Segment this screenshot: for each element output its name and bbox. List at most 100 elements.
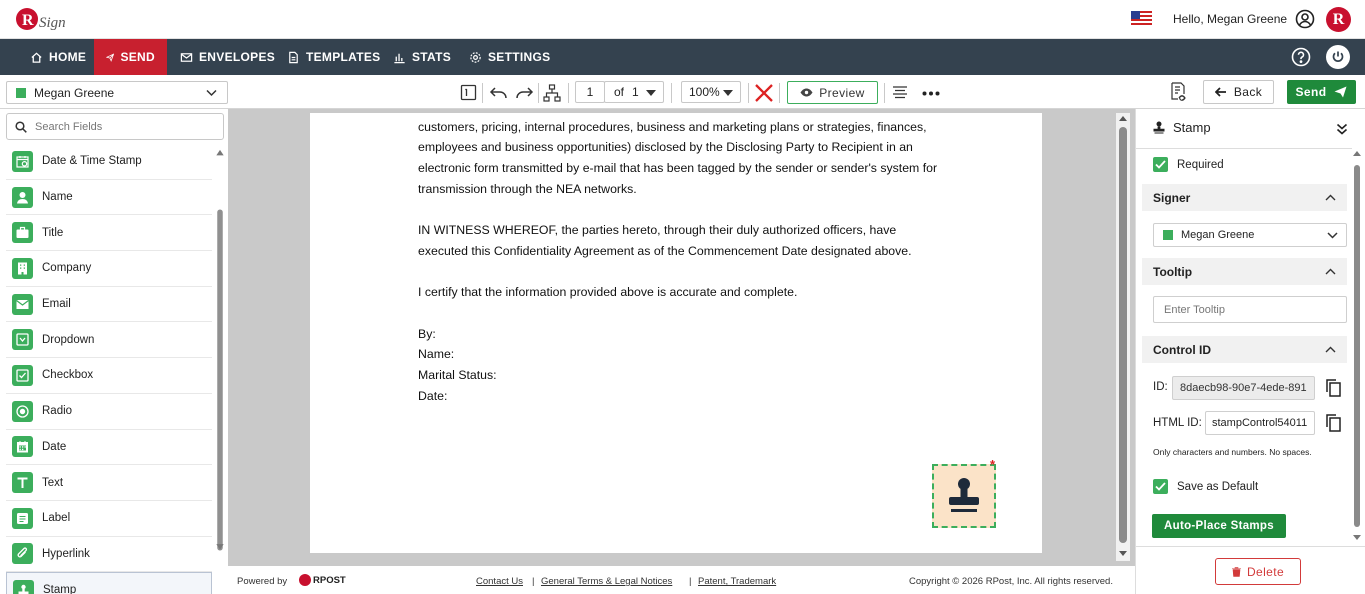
document-line: Date: <box>418 388 448 403</box>
nav-stats[interactable]: STATS <box>381 39 463 75</box>
preview-label: Preview <box>819 85 865 100</box>
user-greeting: Hello, Megan Greene <box>1173 12 1288 26</box>
send-button[interactable]: Send <box>1287 80 1356 104</box>
field-date[interactable]: Date <box>6 430 212 466</box>
signer-section-header[interactable]: Signer <box>1142 184 1347 211</box>
undo-icon[interactable] <box>489 86 508 100</box>
field-name[interactable]: Name <box>6 180 212 216</box>
back-button[interactable]: Back <box>1203 80 1274 104</box>
field-title[interactable]: Title <box>6 215 212 252</box>
paper-plane-icon <box>106 52 115 62</box>
list-lines-icon[interactable] <box>893 86 907 100</box>
rpost-logo-icon <box>299 574 311 586</box>
copy-id-icon[interactable] <box>1326 379 1341 397</box>
field-date-time-stamp[interactable]: Date & Time Stamp <box>6 144 212 180</box>
preview-button[interactable]: Preview <box>787 81 878 104</box>
delete-label: Delete <box>1246 564 1285 579</box>
clear-fields-icon[interactable] <box>754 83 774 103</box>
tooltip-input[interactable]: Enter Tooltip <box>1153 296 1347 323</box>
delete-button[interactable]: Delete <box>1215 558 1301 585</box>
tooltip-placeholder: Enter Tooltip <box>1164 303 1225 316</box>
person-icon <box>17 191 28 204</box>
stamp-icon <box>18 584 29 594</box>
field-label[interactable]: Label <box>6 501 212 537</box>
paperclip-icon <box>17 547 28 558</box>
control-id-section-header[interactable]: Control ID <box>1142 336 1347 363</box>
document-icon <box>289 51 298 63</box>
nav-home[interactable]: HOME <box>18 39 98 75</box>
document-preview-icon[interactable] <box>1170 82 1187 102</box>
caret-down-icon <box>723 90 733 96</box>
field-list-scrollbar[interactable] <box>216 149 224 589</box>
signer-select[interactable]: Megan Greene <box>6 81 228 104</box>
properties-scrollbar[interactable] <box>1352 149 1362 547</box>
checkbox-checked-icon <box>1153 157 1168 172</box>
zoom-select[interactable]: 100% <box>681 81 741 103</box>
nav-stats-label: STATS <box>412 50 452 64</box>
field-stamp[interactable]: Stamp <box>6 572 212 594</box>
field-email[interactable]: Email <box>6 287 212 323</box>
nav-send[interactable]: SEND <box>94 39 167 75</box>
required-checkbox[interactable]: Required <box>1153 157 1224 172</box>
required-marker: * <box>990 457 996 472</box>
field-checkbox[interactable]: Checkbox <box>6 358 212 394</box>
nav-templates[interactable]: TEMPLATES <box>275 39 392 75</box>
nav-envelopes[interactable]: ENVELOPES <box>168 39 287 75</box>
redo-icon[interactable] <box>515 86 534 100</box>
legal-notices-link[interactable]: General Terms & Legal Notices <box>541 576 672 587</box>
id-label: ID: <box>1153 381 1168 393</box>
tooltip-section-title: Tooltip <box>1153 264 1193 279</box>
top-header: R Sign Hello, Megan Greene R <box>0 0 1365 39</box>
hierarchy-icon[interactable] <box>543 84 561 102</box>
document-blank-line <box>418 262 948 283</box>
save-as-default-checkbox[interactable]: Save as Default <box>1153 479 1258 494</box>
rsign-logo[interactable]: R Sign <box>14 5 74 35</box>
field-label: Company <box>42 262 92 275</box>
field-hyperlink[interactable]: Hyperlink <box>6 537 212 573</box>
help-icon[interactable] <box>1291 47 1311 67</box>
patent-trademark-link[interactable]: Patent, Trademark <box>698 576 776 587</box>
rpost-brand-badge[interactable]: R <box>1326 7 1351 32</box>
properties-panel: Stamp Required Signer Megan Greene Toolt… <box>1135 109 1365 594</box>
copy-html-id-icon[interactable] <box>1326 414 1341 432</box>
field-label: Date & Time Stamp <box>42 155 142 168</box>
page-total-select[interactable]: of 1 <box>604 81 664 103</box>
search-icon <box>15 120 27 133</box>
field-label: Name <box>42 191 73 204</box>
nav-settings[interactable]: SETTINGS <box>457 39 562 75</box>
footer-separator: | <box>689 576 692 587</box>
document-line: electronic form transmitted by e-mail th… <box>418 161 938 176</box>
id-field: 8daecb98-90e7-4ede-891 <box>1172 376 1315 400</box>
field-text[interactable]: Text <box>6 465 212 501</box>
field-company[interactable]: Company <box>6 251 212 287</box>
document-page: customers, pricing, internal procedures,… <box>310 113 1042 553</box>
panel-title: Stamp <box>1153 120 1211 135</box>
signer-color-swatch <box>16 87 26 98</box>
field-dropdown[interactable]: Dropdown <box>6 322 212 359</box>
user-account-icon[interactable] <box>1295 9 1315 29</box>
document-line: By: <box>418 326 436 341</box>
search-fields-placeholder: Search Fields <box>35 120 103 133</box>
stamp-control[interactable] <box>932 464 996 528</box>
document-scrollbar[interactable] <box>1116 113 1130 561</box>
field-radio[interactable]: Radio <box>6 394 212 430</box>
html-id-value: stampControl54011 <box>1212 417 1308 429</box>
page-number-input[interactable]: 1 <box>575 81 605 103</box>
more-options-icon[interactable] <box>922 91 940 96</box>
fit-page-icon[interactable] <box>460 84 477 101</box>
search-fields-input[interactable]: Search Fields <box>6 113 224 140</box>
html-id-input[interactable]: stampControl54011 <box>1205 411 1315 435</box>
field-palette: Search Fields Date & Time Stamp Name Tit… <box>0 109 228 594</box>
signer-dropdown[interactable]: Megan Greene <box>1153 223 1347 247</box>
us-flag-icon[interactable] <box>1131 11 1152 26</box>
document-line: transmission through the NEA networks. <box>418 181 637 196</box>
document-line: customers, pricing, internal procedures,… <box>418 119 927 134</box>
collapse-all-icon[interactable] <box>1336 123 1348 135</box>
auto-place-stamps-button[interactable]: Auto-Place Stamps <box>1152 514 1286 538</box>
field-label: Hyperlink <box>42 547 90 560</box>
text-icon <box>17 477 28 489</box>
power-icon[interactable] <box>1326 45 1350 69</box>
briefcase-icon <box>16 227 29 239</box>
tooltip-section-header[interactable]: Tooltip <box>1142 258 1347 285</box>
contact-us-link[interactable]: Contact Us <box>476 576 523 587</box>
